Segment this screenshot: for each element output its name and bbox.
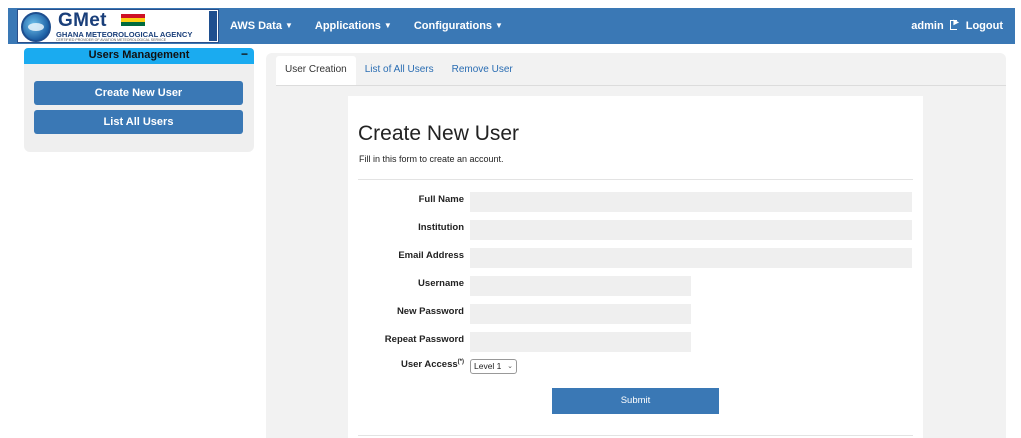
username-label: Username <box>418 278 464 289</box>
logout-icon <box>949 17 961 30</box>
institution-label: Institution <box>418 222 464 233</box>
form-title: Create New User <box>358 122 520 145</box>
tab-remove-user[interactable]: Remove User <box>443 56 522 86</box>
required-note: (*) <box>457 359 464 365</box>
main-menu: AWS Data ▼ Applications ▼ Configurations ▼ <box>230 8 525 44</box>
submit-button[interactable]: Submit <box>552 388 719 414</box>
list-all-users-button[interactable]: List All Users <box>34 110 243 134</box>
nav-aws-data[interactable]: AWS Data ▼ <box>230 20 293 32</box>
form-subtitle: Fill in this form to create an account. <box>359 154 504 164</box>
tab-bar: User Creation List of All Users Remove U… <box>276 56 522 86</box>
repeat-password-input[interactable] <box>470 332 691 352</box>
tab-user-creation[interactable]: User Creation <box>276 56 356 86</box>
sidebar-title: Users Management <box>88 49 190 61</box>
username-input[interactable] <box>470 276 691 296</box>
tab-list-of-all-users[interactable]: List of All Users <box>356 56 443 86</box>
nav-configurations[interactable]: Configurations ▼ <box>414 20 503 32</box>
gmet-logo[interactable]: GMet GHANA METEOROLOGICAL AGENCY CERTIFI… <box>17 9 219 43</box>
main-panel: User Creation List of All Users Remove U… <box>266 53 1006 438</box>
collapse-icon[interactable]: − <box>241 47 248 61</box>
current-user: admin <box>911 20 944 32</box>
top-navbar: GMet GHANA METEOROLOGICAL AGENCY CERTIFI… <box>8 8 1015 44</box>
form-divider <box>358 179 913 180</box>
full-name-input[interactable] <box>470 192 912 212</box>
repeat-password-label: Repeat Password <box>384 334 464 345</box>
form-bottom-divider <box>358 435 913 436</box>
user-access-select[interactable]: Level 1 ⌄ <box>470 359 517 374</box>
logo-title: GMet <box>58 10 107 31</box>
new-password-input[interactable] <box>470 304 691 324</box>
logout-link[interactable]: Logout <box>949 17 1003 32</box>
caret-down-icon: ▼ <box>383 21 392 30</box>
create-user-form: Create New User Fill in this form to cre… <box>348 96 923 438</box>
logout-label: Logout <box>965 20 1003 32</box>
user-access-value: Level 1 <box>474 361 502 371</box>
globe-icon <box>21 12 51 42</box>
institution-input[interactable] <box>470 220 912 240</box>
sidebar: Users Management − Create New User List … <box>24 47 254 152</box>
nav-applications[interactable]: Applications ▼ <box>315 20 392 32</box>
user-access-label: User Access(*) <box>400 359 464 371</box>
chevron-down-icon: ⌄ <box>507 363 513 370</box>
email-address-label: Email Address <box>398 250 464 261</box>
tab-divider <box>276 85 1006 86</box>
create-new-user-button[interactable]: Create New User <box>34 81 243 105</box>
full-name-label: Full Name <box>418 194 464 205</box>
caret-down-icon: ▼ <box>284 21 293 30</box>
logo-side-strip <box>209 11 217 41</box>
caret-down-icon: ▼ <box>495 21 503 30</box>
user-area: admin Logout <box>911 8 1003 44</box>
new-password-label: New Password <box>396 306 464 317</box>
email-address-input[interactable] <box>470 248 912 268</box>
sidebar-header: Users Management − <box>24 47 254 64</box>
ghana-flag-icon <box>121 14 145 26</box>
logo-tagline: CERTIFIED PROVIDER OF AVIATION METEOROLO… <box>56 38 167 42</box>
